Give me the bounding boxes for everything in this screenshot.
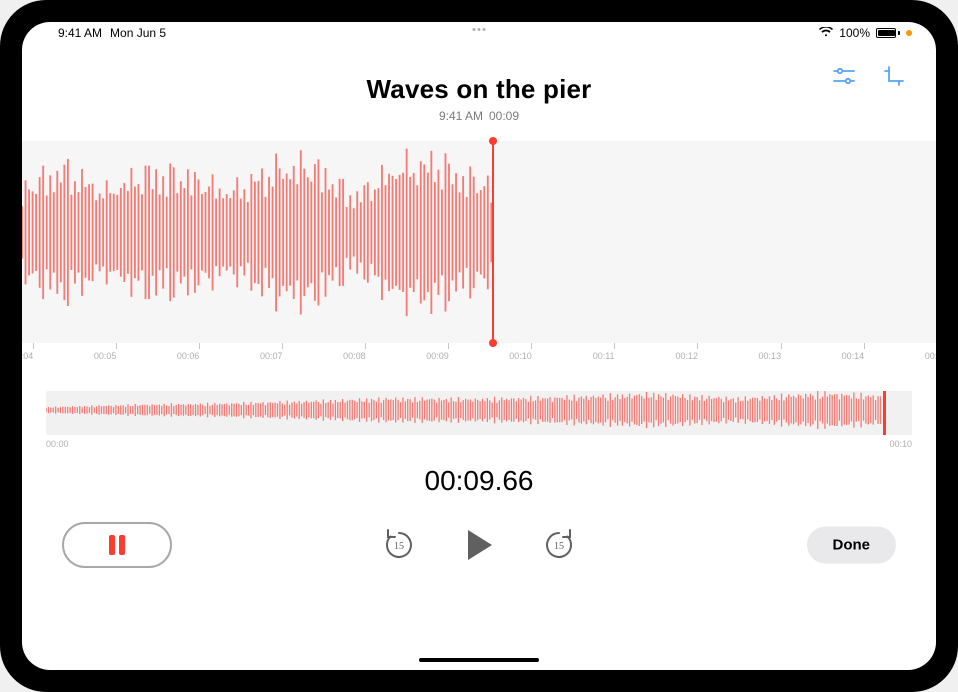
done-button[interactable]: Done xyxy=(807,527,897,564)
waveform-main[interactable]: 00:04 00:05 00:06 00:07 00:08 00:09 00:10 00:11… xyxy=(22,141,936,369)
skip-back-15-button[interactable]: 15 xyxy=(381,527,417,563)
recording-time: 9:41 AM xyxy=(439,109,483,123)
ruler-label: 00:04 xyxy=(22,351,33,361)
ruler-label: 00:13 xyxy=(759,351,782,361)
ruler-label: 00:10 xyxy=(509,351,532,361)
battery-pct: 100% xyxy=(839,26,870,40)
mic-in-use-dot-icon xyxy=(906,30,912,36)
ruler-label: 00:08 xyxy=(343,351,366,361)
ruler-label: 00:14 xyxy=(842,351,865,361)
playhead[interactable] xyxy=(492,141,494,343)
ruler-label: 00:05 xyxy=(94,351,117,361)
status-bar: 9:41 AM Mon Jun 5 100% xyxy=(22,22,936,44)
skip-forward-15-button[interactable]: 15 xyxy=(541,527,577,563)
svg-text:15: 15 xyxy=(554,541,564,552)
ruler-label: 00:09 xyxy=(426,351,449,361)
ruler-label: 00:11 xyxy=(593,351,615,361)
ipad-frame: 9:41 AM Mon Jun 5 100% xyxy=(0,0,958,692)
playback-options-button[interactable] xyxy=(830,62,858,90)
trim-button[interactable] xyxy=(880,62,908,90)
battery-icon xyxy=(876,28,900,38)
overview-start-label: 00:00 xyxy=(46,439,69,449)
recording-title[interactable]: Waves on the pier xyxy=(22,74,936,105)
multitask-grabber[interactable] xyxy=(473,28,486,31)
home-indicator[interactable] xyxy=(419,658,539,662)
wifi-icon xyxy=(819,26,833,40)
svg-text:15: 15 xyxy=(394,541,404,552)
status-time: 9:41 AM xyxy=(58,26,102,40)
overview-playhead[interactable] xyxy=(883,391,886,435)
ruler-label: 00:07 xyxy=(260,351,283,361)
waveform-overview[interactable] xyxy=(46,391,912,435)
pause-record-button[interactable] xyxy=(62,522,172,568)
elapsed-timer: 00:09.66 xyxy=(22,465,936,497)
overview-end-label: 00:10 xyxy=(889,439,912,449)
time-ruler: 00:04 00:05 00:06 00:07 00:08 00:09 00:10 00:11… xyxy=(22,343,936,369)
recording-duration: 00:09 xyxy=(489,109,519,123)
status-date: Mon Jun 5 xyxy=(110,26,166,40)
ruler-label: 00:12 xyxy=(675,351,698,361)
screen: 9:41 AM Mon Jun 5 100% xyxy=(22,22,936,670)
play-button[interactable] xyxy=(457,523,501,567)
ruler-label: 00:15 xyxy=(925,351,936,361)
ruler-label: 00:06 xyxy=(177,351,200,361)
